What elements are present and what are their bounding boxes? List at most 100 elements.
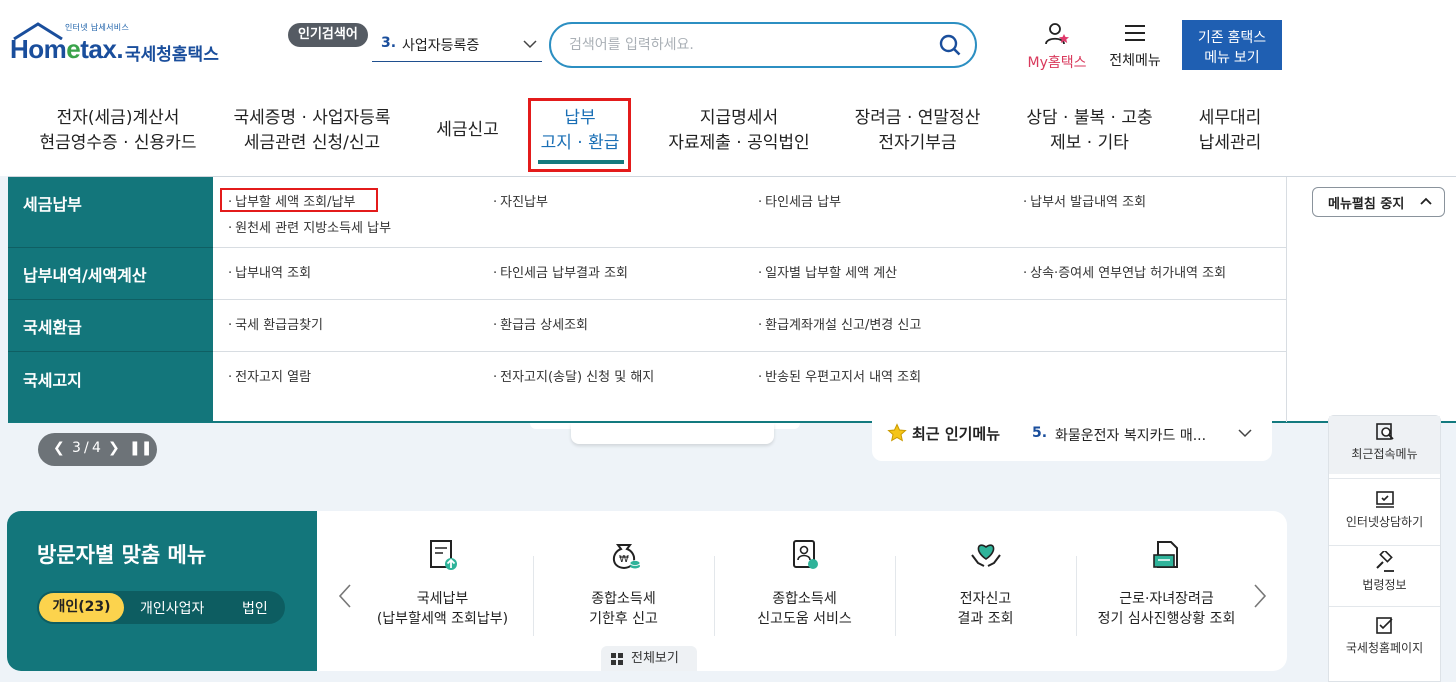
header: 인터넷 납세서비스 Hometax. 국세청홈택스 인기검색어 3. 사업자등록… [0,0,1456,90]
checklist-icon [1375,617,1393,634]
category-tax-notice[interactable]: 국세고지 [23,367,82,391]
search-box [549,22,977,68]
my-hometax-button[interactable]: My홈택스 [1018,22,1096,72]
menu-label-line1: 종합소득세 [591,591,656,607]
gnb-item-tax-agent[interactable]: 세무대리 납세관리 [1185,106,1275,156]
link-payment-slip-history[interactable]: 납부서 발급내역 조회 [1023,191,1146,210]
chevron-down-icon[interactable] [1238,428,1252,438]
link-others-tax-payment[interactable]: 타인세금 납부 [758,191,841,210]
mega-menu-panel: 세금납부 납부내역/세액계산 국세환급 국세고지 납부할 세액 조회/납부 자진… [8,176,1456,423]
menu-income-tax-late[interactable]: ₩ 종합소득세기한후 신고 [533,537,714,629]
gnb-item-consult[interactable]: 상담 · 불복 · 고충 제보 · 기타 [1012,106,1167,156]
gavel-icon [1375,551,1394,572]
menu-incentive-review[interactable]: 근로·자녀장려금 정기 심사진행상황 조회 [1076,537,1257,629]
search-icon[interactable] [939,34,961,56]
visitor-menu-title: 방문자별 맞춤 메뉴 [37,543,207,567]
gnb-item-certificate[interactable]: 국세증명 · 사업자등록 세금관련 신청/신고 [222,106,402,156]
quick-law-info[interactable]: 법령정보 [1329,551,1440,593]
menu-label-line2: (납부할세액 조회납부) [376,611,509,627]
star-icon [887,423,907,442]
banner-card-edge [571,423,774,444]
view-all-button[interactable]: 전체보기 [601,646,697,671]
gnb-item-tax-filing[interactable]: 세금신고 [420,118,515,143]
gnb-item-e-invoice[interactable]: 전자(세금)계산서 현금영수증 · 신용카드 [28,106,208,156]
stop-menu-expand-button[interactable]: 메뉴펼침 중지 [1312,187,1445,217]
category-payment-history[interactable]: 납부내역/세액계산 [23,262,147,286]
banner-pager: ❮ 3 / 4 ❯ ❚❚ [38,433,157,466]
quick-separator [1329,545,1440,546]
quick-separator [1329,606,1440,607]
popular-rank: 3. [381,35,397,51]
menu-label-line2: 정기 심사진행상황 조회 [1097,611,1236,627]
quick-nts-label: 국세청홈페이지 [1345,641,1424,655]
menu-label-line2: 결과 조회 [957,611,1014,627]
row-divider [8,351,213,352]
search-input[interactable] [569,34,929,56]
recent-popular-menu: 최근 인기메뉴 5. 화물운전자 복지카드 매... [872,418,1272,461]
chevron-left-icon[interactable] [337,583,353,609]
quick-internet-consult[interactable]: 인터넷상담하기 [1329,490,1440,530]
all-menu-button[interactable]: 전체메뉴 [1102,22,1168,70]
tax-due-inquiry-highlight-box [220,188,378,212]
link-daily-tax-calc[interactable]: 일자별 납부할 세액 계산 [758,262,897,281]
menu-label-line2: 신고도움 서비스 [757,611,852,627]
row-divider [8,247,213,248]
gnb-item-statement[interactable]: 지급명세서 자료제출 · 공익법인 [660,106,818,156]
menu-label-line2: 기한후 신고 [589,611,658,627]
old-hometax-menu-button[interactable]: 기존 홈택스메뉴 보기 [1182,20,1282,70]
logo-tagline: 인터넷 납세서비스 [65,23,130,32]
hometax-logo[interactable]: 인터넷 납세서비스 Hometax. 국세청홈택스 [10,20,225,72]
gnb-item-incentive[interactable]: 장려금 · 연말정산 전자기부금 [840,106,995,156]
recent-menu-item[interactable]: 화물운전자 복지카드 매... [1055,425,1206,445]
menu-label-line1: 국세납부 [416,591,469,607]
menu-label-line1: 종합소득세 [772,591,837,607]
quick-separator [1329,478,1440,479]
link-self-payment[interactable]: 자진납부 [493,191,548,210]
pause-icon[interactable]: ❚❚ [129,440,152,456]
link-e-notice-view[interactable]: 전자고지 열람 [228,366,311,385]
chat-monitor-icon [1375,491,1394,508]
prev-icon[interactable]: ❮ [53,440,65,456]
old-hometax-line1: 기존 홈택스 [1197,29,1267,45]
quick-nts-homepage[interactable]: 국세청홈페이지 [1329,616,1440,656]
pager-total: 4 [92,440,101,456]
link-payment-history[interactable]: 납부내역 조회 [228,262,311,281]
quick-recent-menu[interactable]: 최근접속메뉴 [1329,416,1440,474]
menu-national-tax-payment[interactable]: 국세납부 (납부할세액 조회납부) [352,537,533,629]
link-refund-detail[interactable]: 환급금 상세조회 [493,314,588,333]
old-hometax-line2: 메뉴 보기 [1204,49,1260,65]
menu-e-filing-result[interactable]: 전자신고결과 조회 [895,537,1076,629]
mega-menu-separator [1286,177,1287,422]
recent-menu-title: 최근 인기메뉴 [912,425,1001,443]
chevron-down-icon [523,40,537,49]
link-withholding-local-tax[interactable]: 원천세 관련 지방소득세 납부 [228,217,391,236]
payment-active-indicator [538,160,624,164]
pager-separator: / [84,440,89,456]
tab-corporation[interactable]: 법인 [242,598,268,618]
view-all-label: 전체보기 [631,651,679,666]
tab-individual[interactable]: 개인(23) [39,593,124,622]
link-e-notice-apply[interactable]: 전자고지(송달) 신청 및 해지 [493,366,654,385]
quick-consult-label: 인터넷상담하기 [1345,515,1424,529]
link-others-payment-result[interactable]: 타인세금 납부결과 조회 [493,262,628,281]
logo-korean-name: 국세청홈택스 [125,45,219,65]
pager-current: 3 [72,440,81,456]
quick-recent-label: 최근접속메뉴 [1351,447,1418,461]
category-tax-refund[interactable]: 국세환급 [23,314,82,338]
link-find-refund[interactable]: 국세 환급금찾기 [228,314,323,333]
grid-icon [611,653,623,665]
hamburger-menu-icon [1125,25,1145,41]
link-installment-permit[interactable]: 상속·증여세 연부연납 허가내역 조회 [1023,262,1226,281]
menu-label-line1: 전자신고 [959,591,1012,607]
money-bag-icon: ₩ [612,544,640,570]
link-refund-account[interactable]: 환급계좌개설 신고/변경 신고 [758,314,921,333]
category-tax-payment[interactable]: 세금납부 [23,191,82,215]
quick-menu-sidebar: 최근접속메뉴 인터넷상담하기 법령정보 국세청홈페이지 [1328,415,1441,682]
tab-individual-business[interactable]: 개인사업자 [140,598,204,618]
popular-search-dropdown[interactable]: 3. 사업자등록증 [372,30,542,62]
tax-document-upload-icon [429,540,457,570]
link-returned-notice[interactable]: 반송된 우편고지서 내역 조회 [758,366,921,385]
visitor-custom-menu: 방문자별 맞춤 메뉴 개인(23) 개인사업자 법인 국세납부 (납부할세액 조회… [7,511,1287,671]
menu-income-tax-help[interactable]: 종합소득세신고도움 서비스 [714,537,895,629]
next-icon[interactable]: ❯ [108,440,120,456]
